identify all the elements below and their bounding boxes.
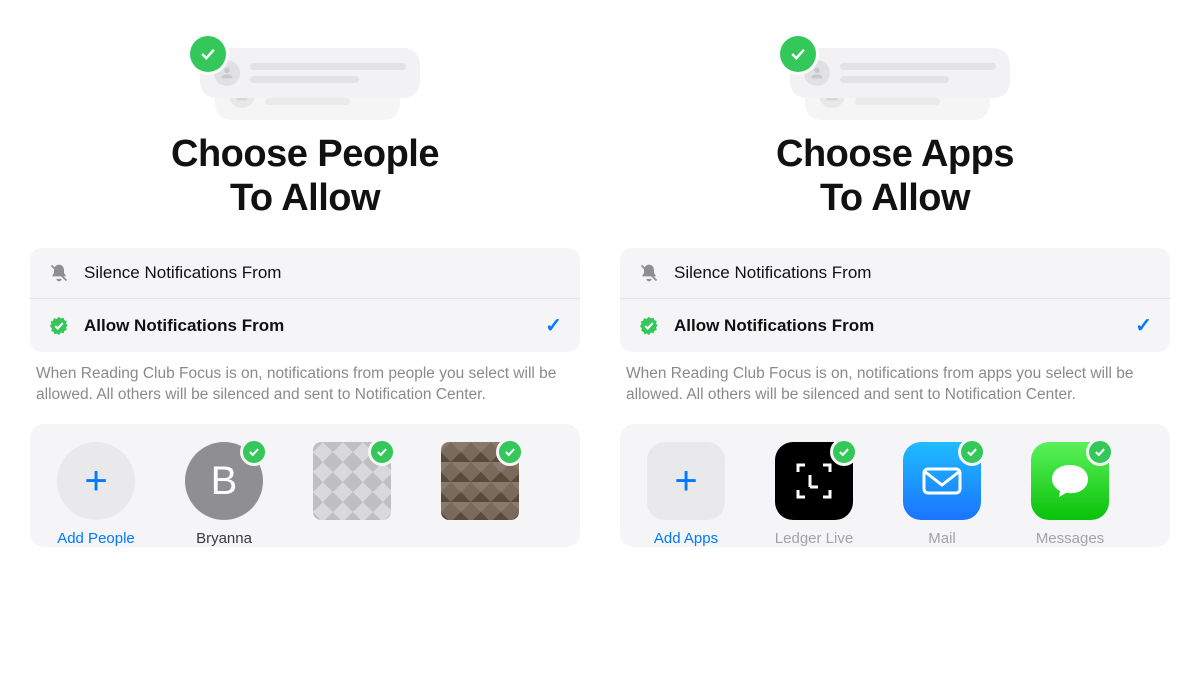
notification-bubble-front [200, 48, 420, 98]
mode-explanation-text: When Reading Club Focus is on, notificat… [30, 352, 580, 406]
selected-checkmark-icon: ✓ [545, 313, 562, 338]
allow-notifications-option[interactable]: Allow Notifications From ✓ [30, 298, 580, 352]
add-people-label: Add People [57, 530, 135, 547]
mode-explanation-text: When Reading Club Focus is on, notificat… [620, 352, 1170, 406]
app-name-label: Messages [1036, 530, 1104, 547]
hero-graphic-area: Choose AppsTo Allow [620, 0, 1170, 220]
allow-notifications-option[interactable]: Allow Notifications From ✓ [620, 298, 1170, 352]
add-people-button[interactable]: + Add People [42, 442, 150, 547]
checkmark-badge-icon [830, 438, 858, 466]
notification-mode-card: Silence Notifications From Allow Notific… [30, 248, 580, 352]
plus-icon: + [647, 442, 725, 520]
hero-graphic-area: Choose PeopleTo Allow [30, 0, 580, 220]
notification-illustration [780, 30, 1010, 115]
choose-people-panel: Choose PeopleTo Allow Silence Notificati… [30, 0, 580, 675]
allow-option-label: Allow Notifications From [674, 316, 1121, 336]
silence-option-label: Silence Notifications From [674, 263, 1152, 283]
allow-option-label: Allow Notifications From [84, 316, 531, 336]
app-tile-ledger-live[interactable]: Ledger Live [760, 442, 868, 547]
checkmark-badge-icon [368, 438, 396, 466]
person-tile-bryanna[interactable]: B Bryanna [170, 442, 278, 547]
notification-mode-card: Silence Notifications From Allow Notific… [620, 248, 1170, 352]
page-title: Choose PeopleTo Allow [171, 133, 439, 220]
checkmark-badge-icon [240, 438, 268, 466]
app-name-label: Ledger Live [775, 530, 853, 547]
people-grid: + Add People B Bryanna [30, 424, 580, 547]
person-name-label: Bryanna [196, 530, 252, 547]
bell-slash-icon [638, 262, 660, 284]
person-tile-redacted[interactable] [298, 442, 406, 547]
checkmark-badge-icon [1086, 438, 1114, 466]
plus-icon: + [57, 442, 135, 520]
checkmark-badge-icon [496, 438, 524, 466]
silence-notifications-option[interactable]: Silence Notifications From [30, 248, 580, 298]
add-apps-label: Add Apps [654, 530, 718, 547]
person-tile-redacted[interactable] [426, 442, 534, 547]
app-tile-messages[interactable]: Messages [1016, 442, 1124, 547]
bell-slash-icon [48, 262, 70, 284]
add-apps-button[interactable]: + Add Apps [632, 442, 740, 547]
checkmark-badge-icon [780, 36, 816, 72]
app-name-label: Mail [928, 530, 956, 547]
choose-apps-panel: Choose AppsTo Allow Silence Notification… [620, 0, 1170, 675]
notification-illustration [190, 30, 420, 115]
selected-checkmark-icon: ✓ [1135, 313, 1152, 338]
checkmark-badge-icon [958, 438, 986, 466]
page-title: Choose AppsTo Allow [776, 133, 1014, 220]
checkmark-badge-icon [190, 36, 226, 72]
app-tile-mail[interactable]: Mail [888, 442, 996, 547]
apps-grid: + Add Apps Ledger Live Mail Messages [620, 424, 1170, 547]
notification-bubble-front [790, 48, 1010, 98]
silence-notifications-option[interactable]: Silence Notifications From [620, 248, 1170, 298]
checkmark-seal-icon [638, 315, 660, 337]
silence-option-label: Silence Notifications From [84, 263, 562, 283]
checkmark-seal-icon [48, 315, 70, 337]
